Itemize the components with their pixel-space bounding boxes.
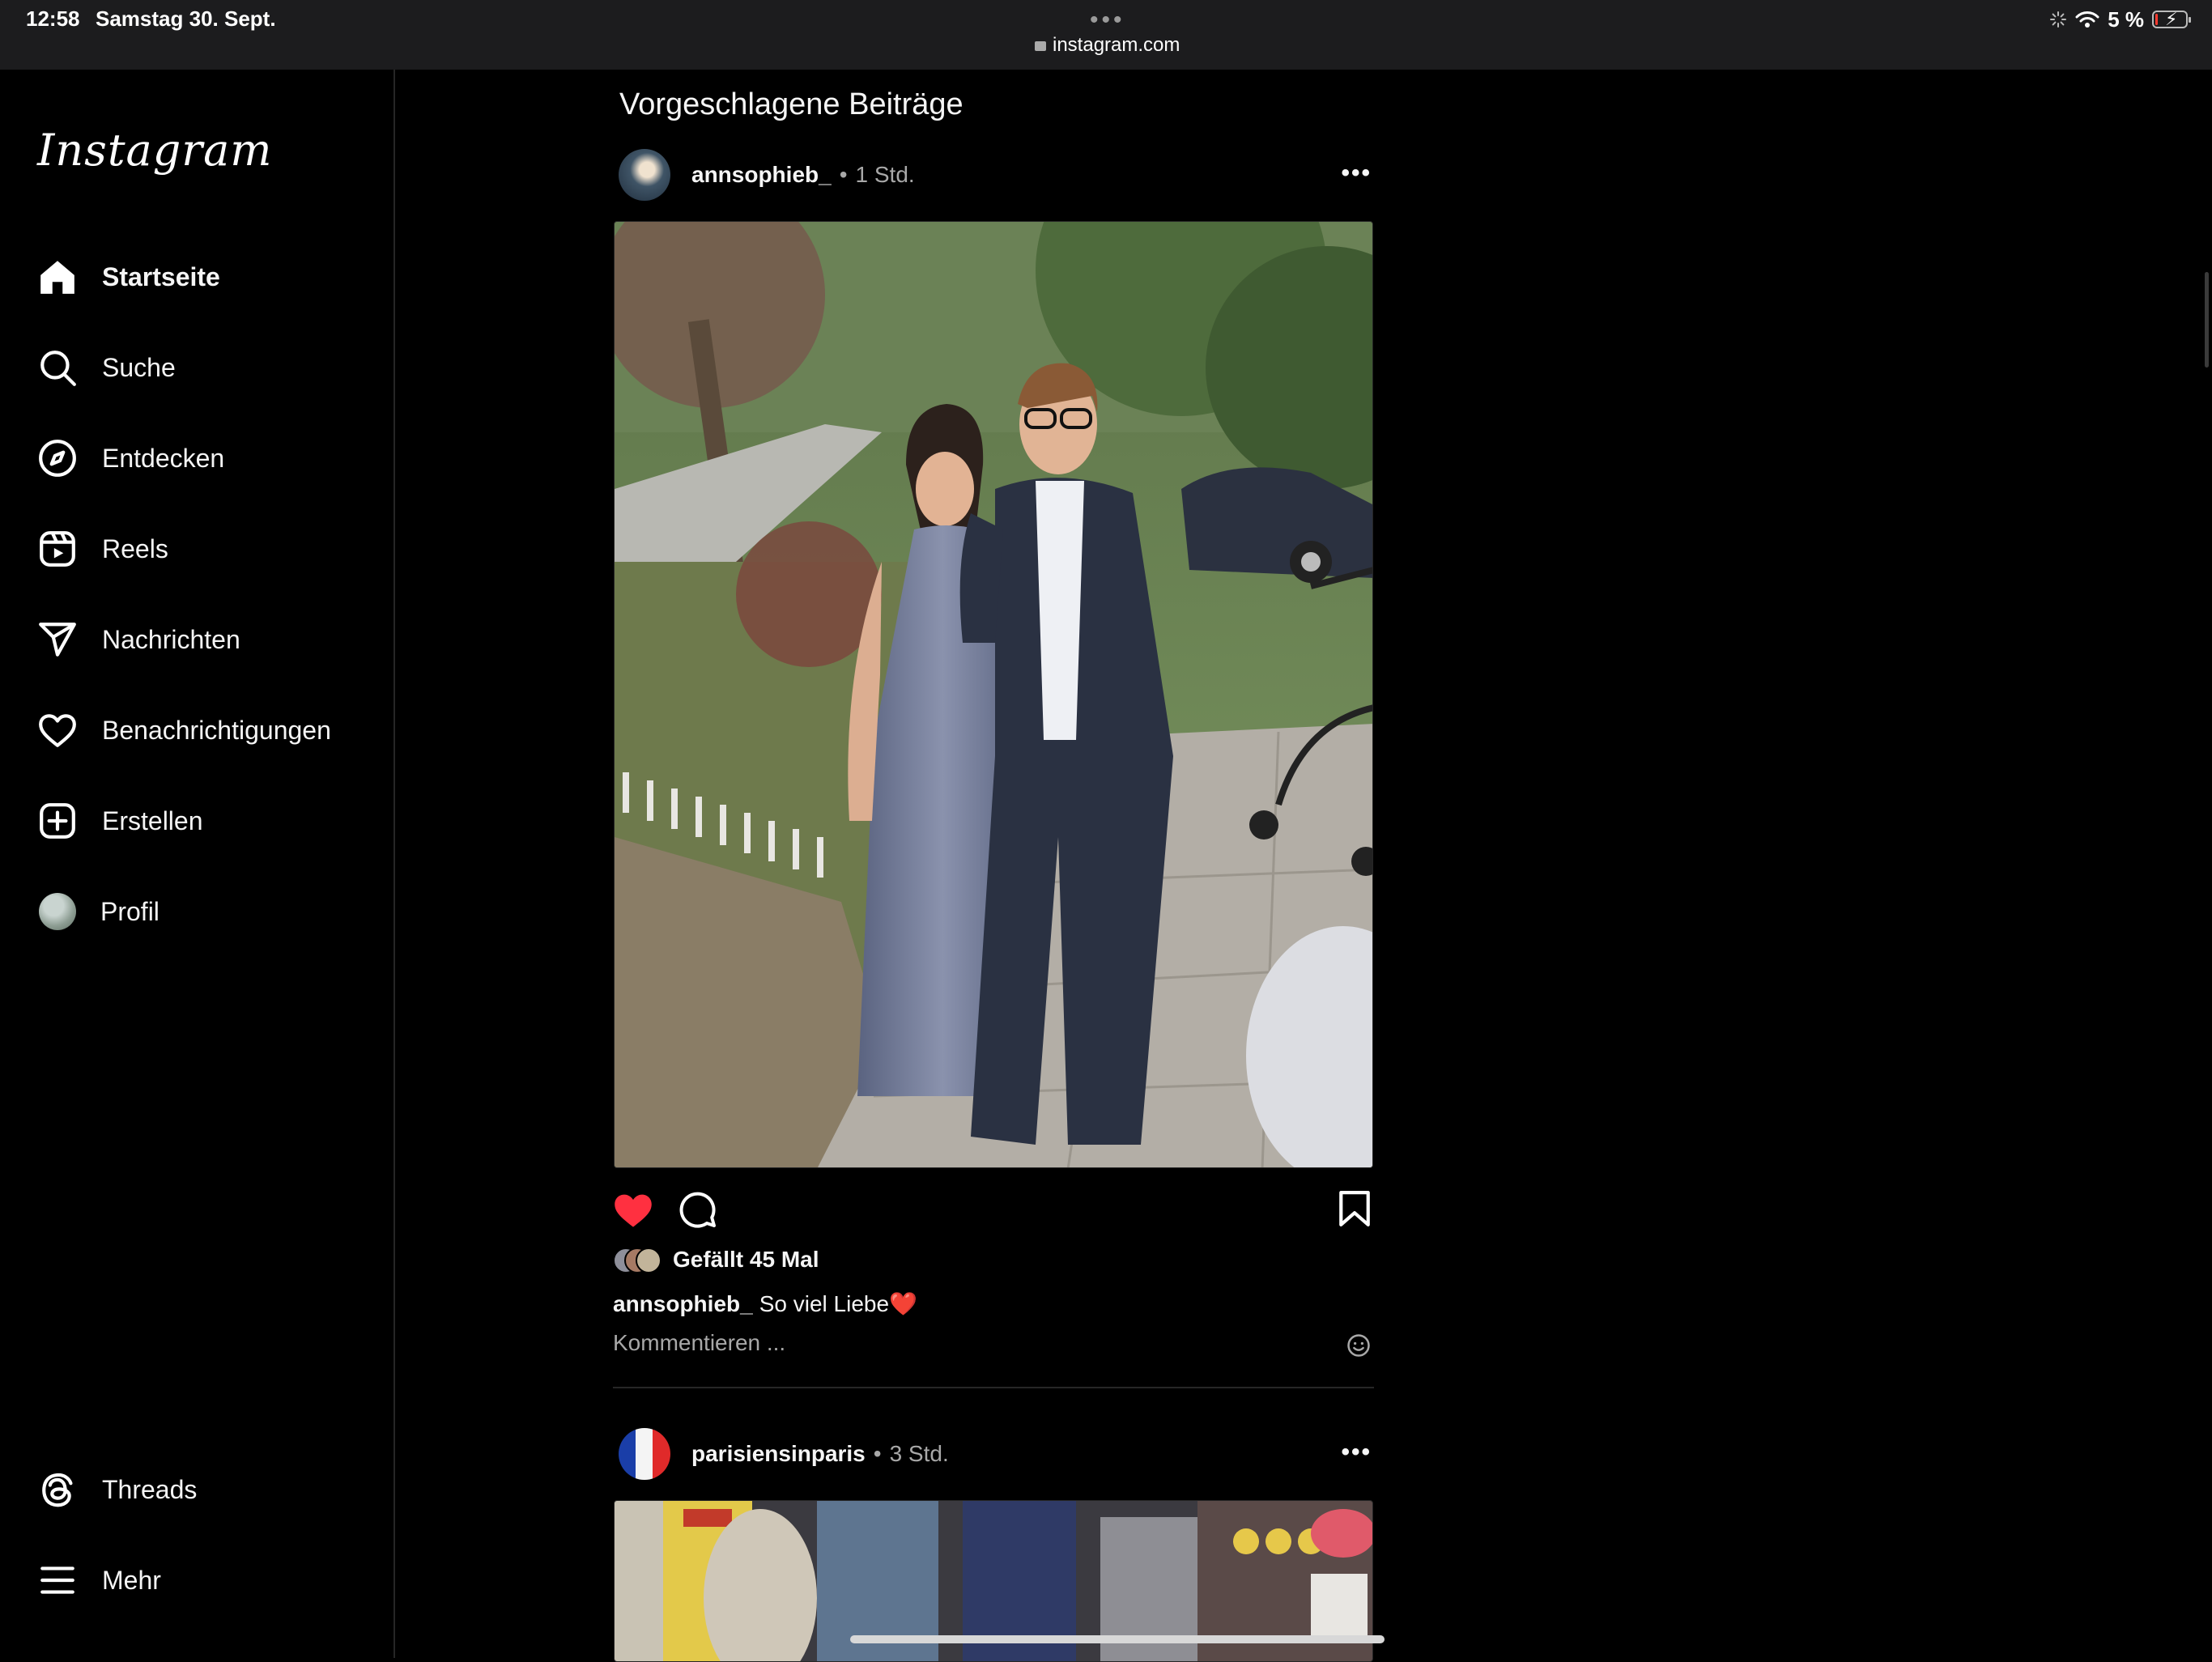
post-header: annsophieb_ • 1 Std. ••• — [619, 147, 1372, 203]
post-image[interactable] — [614, 221, 1373, 1168]
sidebar-item-label: Threads — [102, 1474, 198, 1504]
likes-count[interactable]: Gefällt 45 Mal — [673, 1247, 819, 1273]
sidebar-item-suche[interactable]: Suche — [19, 330, 376, 405]
menu-icon — [40, 1566, 74, 1594]
sidebar-item-reels[interactable]: Reels — [19, 512, 376, 586]
sidebar-item-label: Reels — [102, 533, 168, 563]
likes-row[interactable]: Gefällt 45 Mal — [613, 1247, 819, 1273]
comment-input[interactable] — [613, 1330, 1309, 1356]
status-indicators: 5 % ⚡ — [2049, 6, 2191, 32]
save-bookmark-button[interactable] — [1338, 1190, 1372, 1227]
post-avatar[interactable] — [619, 149, 670, 201]
post-caption: annsophieb_ So viel Liebe❤️ — [613, 1290, 917, 1317]
liker-avatars — [613, 1248, 661, 1273]
sidebar-item-startseite[interactable]: Startseite — [19, 240, 376, 314]
caption-text: So viel Liebe❤️ — [759, 1291, 917, 1316]
sidebar-item-erstellen[interactable]: Erstellen — [19, 784, 376, 858]
post-divider — [613, 1387, 1374, 1388]
post-actions — [612, 1185, 1373, 1234]
post-photo — [615, 222, 1372, 1167]
instagram-logo[interactable]: Instagram — [37, 125, 273, 176]
post-header: parisiensinparis • 3 Std. ••• — [619, 1426, 1372, 1482]
status-time: 12:58 — [26, 6, 80, 31]
post-separator: • — [873, 1441, 882, 1466]
post-username[interactable]: annsophieb_ — [691, 162, 832, 188]
post-more-button[interactable]: ••• — [1341, 159, 1372, 187]
avatar — [39, 893, 76, 930]
sidebar-item-label: Entdecken — [102, 443, 225, 473]
sidebar-item-label: Erstellen — [102, 805, 203, 835]
battery-percent: 5 % — [2108, 6, 2144, 32]
sidebar-item-benachrichtigungen[interactable]: Benachrichtigungen — [19, 693, 376, 767]
status-date: Samstag 30. Sept. — [96, 6, 276, 31]
home-icon — [40, 261, 74, 294]
caption-username[interactable]: annsophieb_ — [613, 1291, 753, 1316]
search-icon — [40, 351, 76, 386]
comment-row — [613, 1330, 1374, 1362]
sidebar-item-label: Mehr — [102, 1565, 161, 1595]
plus-square-icon — [40, 803, 75, 839]
post-username[interactable]: parisiensinparis — [691, 1441, 866, 1467]
sidebar-item-profil[interactable]: Profil — [19, 874, 376, 949]
activity-spinner-icon — [2050, 11, 2067, 28]
like-button[interactable] — [612, 1190, 654, 1229]
sidebar-item-nachrichten[interactable]: Nachrichten — [19, 602, 376, 677]
send-icon — [39, 623, 76, 657]
post-time[interactable]: 3 Std. — [890, 1441, 949, 1467]
sidebar-item-entdecken[interactable]: Entdecken — [19, 421, 376, 495]
address-url: instagram.com — [1053, 34, 1180, 56]
scrollbar[interactable] — [2205, 272, 2209, 368]
status-bar: 12:58 Samstag 30. Sept. ••• instagram.co… — [0, 0, 2212, 70]
lock-icon — [1035, 41, 1046, 51]
sidebar-item-label: Startseite — [102, 261, 220, 291]
sidebar-item-label: Nachrichten — [102, 624, 240, 654]
post-avatar[interactable] — [619, 1428, 670, 1480]
sidebar-item-label: Suche — [102, 352, 176, 382]
address-bar[interactable]: instagram.com — [1035, 34, 1180, 57]
home-indicator[interactable] — [850, 1635, 1385, 1643]
comment-button[interactable] — [678, 1190, 717, 1229]
heart-icon — [39, 714, 76, 747]
browser-menu-dots[interactable]: ••• — [1090, 6, 1125, 34]
compass-icon — [39, 440, 76, 477]
emoji-icon[interactable] — [1346, 1333, 1371, 1358]
sidebar-item-threads[interactable]: Threads — [19, 1452, 376, 1527]
post-separator: • — [839, 162, 848, 187]
threads-icon — [42, 1473, 73, 1507]
sidebar-item-label: Benachrichtigungen — [102, 715, 331, 745]
sidebar: Instagram Startseite Suche Entdecken Ree… — [0, 70, 395, 1658]
feed-title: Vorgeschlagene Beiträge — [619, 87, 963, 121]
post-time[interactable]: 1 Std. — [856, 162, 915, 188]
reels-icon — [40, 531, 75, 567]
sidebar-item-mehr[interactable]: Mehr — [19, 1543, 376, 1617]
battery-icon: ⚡ — [2152, 9, 2191, 29]
post-more-button[interactable]: ••• — [1341, 1439, 1372, 1466]
wifi-icon — [2075, 11, 2099, 28]
sidebar-item-label: Profil — [100, 896, 160, 926]
